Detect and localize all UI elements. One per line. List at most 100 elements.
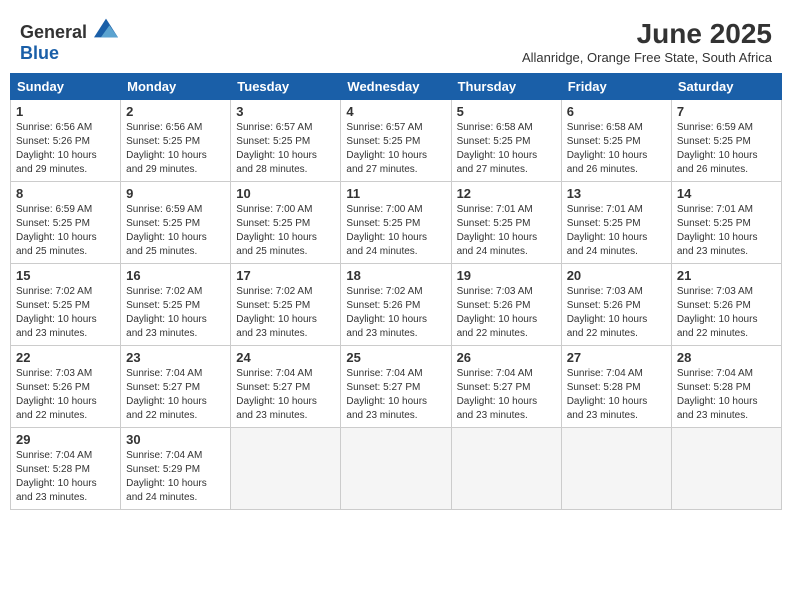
day-number: 16 [126,268,225,283]
calendar-body: 1 Sunrise: 6:56 AMSunset: 5:26 PMDaylight… [11,100,782,510]
day-number: 18 [346,268,445,283]
calendar-day-cell: 7 Sunrise: 6:59 AMSunset: 5:25 PMDaylight… [671,100,781,182]
calendar: Sunday Monday Tuesday Wednesday Thursday… [10,73,782,510]
calendar-day-cell: 1 Sunrise: 6:56 AMSunset: 5:26 PMDaylight… [11,100,121,182]
calendar-day-cell [231,428,341,510]
calendar-day-cell: 17Sunrise: 7:02 AMSunset: 5:25 PMDayligh… [231,264,341,346]
calendar-day-cell: 22Sunrise: 7:03 AMSunset: 5:26 PMDayligh… [11,346,121,428]
calendar-day-cell: 6 Sunrise: 6:58 AMSunset: 5:25 PMDaylight… [561,100,671,182]
day-number: 10 [236,186,335,201]
day-number: 11 [346,186,445,201]
header: General Blue June 2025 Allanridge, Orang… [10,10,782,69]
day-info: Sunrise: 7:02 AMSunset: 5:26 PMDaylight:… [346,285,445,341]
weekday-header-row: Sunday Monday Tuesday Wednesday Thursday… [11,74,782,100]
calendar-day-cell: 27 Sunrise: 7:04 AMSunset: 5:28 PMDayligh… [561,346,671,428]
day-info: Sunrise: 7:04 AMSunset: 5:27 PMDaylight:… [126,367,225,423]
day-number: 1 [16,104,115,119]
title-area: June 2025 Allanridge, Orange Free State,… [522,18,772,65]
col-friday: Friday [561,74,671,100]
day-info: Sunrise: 7:01 AMSunset: 5:25 PMDaylight:… [677,203,776,259]
calendar-week-row: 15Sunrise: 7:02 AMSunset: 5:25 PMDayligh… [11,264,782,346]
day-number: 12 [457,186,556,201]
logo-general: General [20,22,87,42]
day-number: 14 [677,186,776,201]
logo-icon [94,18,118,38]
subtitle: Allanridge, Orange Free State, South Afr… [522,50,772,65]
day-info: Sunrise: 7:04 AMSunset: 5:28 PMDaylight:… [677,367,776,423]
day-info: Sunrise: 7:01 AMSunset: 5:25 PMDaylight:… [457,203,556,259]
day-info: Sunrise: 6:59 AMSunset: 5:25 PMDaylight:… [126,203,225,259]
calendar-week-row: 22Sunrise: 7:03 AMSunset: 5:26 PMDayligh… [11,346,782,428]
col-saturday: Saturday [671,74,781,100]
calendar-day-cell: 13 Sunrise: 7:01 AMSunset: 5:25 PMDayligh… [561,182,671,264]
calendar-day-cell [341,428,451,510]
day-info: Sunrise: 6:59 AMSunset: 5:25 PMDaylight:… [677,121,776,177]
calendar-day-cell: 19 Sunrise: 7:03 AMSunset: 5:26 PMDayligh… [451,264,561,346]
calendar-day-cell: 5Sunrise: 6:58 AMSunset: 5:25 PMDaylight… [451,100,561,182]
day-info: Sunrise: 6:58 AMSunset: 5:25 PMDaylight:… [567,121,666,177]
day-number: 27 [567,350,666,365]
day-info: Sunrise: 7:00 AMSunset: 5:25 PMDaylight:… [346,203,445,259]
calendar-day-cell: 4 Sunrise: 6:57 AMSunset: 5:25 PMDaylight… [341,100,451,182]
calendar-week-row: 1 Sunrise: 6:56 AMSunset: 5:26 PMDaylight… [11,100,782,182]
calendar-day-cell: 14 Sunrise: 7:01 AMSunset: 5:25 PMDayligh… [671,182,781,264]
logo: General Blue [20,18,118,64]
calendar-day-cell: 29 Sunrise: 7:04 AMSunset: 5:28 PMDayligh… [11,428,121,510]
calendar-day-cell: 3Sunrise: 6:57 AMSunset: 5:25 PMDaylight… [231,100,341,182]
calendar-day-cell: 20Sunrise: 7:03 AMSunset: 5:26 PMDayligh… [561,264,671,346]
calendar-day-cell [671,428,781,510]
day-info: Sunrise: 6:56 AMSunset: 5:26 PMDaylight:… [16,121,115,177]
calendar-week-row: 8 Sunrise: 6:59 AMSunset: 5:25 PMDaylight… [11,182,782,264]
day-number: 24 [236,350,335,365]
day-info: Sunrise: 7:02 AMSunset: 5:25 PMDaylight:… [126,285,225,341]
day-info: Sunrise: 6:57 AMSunset: 5:25 PMDaylight:… [236,121,335,177]
day-info: Sunrise: 7:04 AMSunset: 5:27 PMDaylight:… [457,367,556,423]
day-info: Sunrise: 7:04 AMSunset: 5:27 PMDaylight:… [346,367,445,423]
day-info: Sunrise: 7:04 AMSunset: 5:28 PMDaylight:… [16,449,115,505]
day-number: 7 [677,104,776,119]
calendar-day-cell: 21Sunrise: 7:03 AMSunset: 5:26 PMDayligh… [671,264,781,346]
logo-blue: Blue [20,43,59,63]
day-number: 4 [346,104,445,119]
calendar-day-cell: 18 Sunrise: 7:02 AMSunset: 5:26 PMDayligh… [341,264,451,346]
day-info: Sunrise: 7:02 AMSunset: 5:25 PMDaylight:… [16,285,115,341]
calendar-day-cell: 28 Sunrise: 7:04 AMSunset: 5:28 PMDayligh… [671,346,781,428]
day-number: 19 [457,268,556,283]
day-info: Sunrise: 7:03 AMSunset: 5:26 PMDaylight:… [457,285,556,341]
calendar-day-cell: 23 Sunrise: 7:04 AMSunset: 5:27 PMDayligh… [121,346,231,428]
day-number: 13 [567,186,666,201]
day-number: 28 [677,350,776,365]
calendar-day-cell: 26 Sunrise: 7:04 AMSunset: 5:27 PMDayligh… [451,346,561,428]
col-monday: Monday [121,74,231,100]
calendar-day-cell [561,428,671,510]
calendar-day-cell: 11 Sunrise: 7:00 AMSunset: 5:25 PMDayligh… [341,182,451,264]
day-info: Sunrise: 6:57 AMSunset: 5:25 PMDaylight:… [346,121,445,177]
col-wednesday: Wednesday [341,74,451,100]
calendar-day-cell: 10 Sunrise: 7:00 AMSunset: 5:25 PMDayligh… [231,182,341,264]
day-number: 30 [126,432,225,447]
day-number: 29 [16,432,115,447]
calendar-day-cell: 9 Sunrise: 6:59 AMSunset: 5:25 PMDaylight… [121,182,231,264]
day-info: Sunrise: 7:03 AMSunset: 5:26 PMDaylight:… [567,285,666,341]
day-info: Sunrise: 7:04 AMSunset: 5:29 PMDaylight:… [126,449,225,505]
day-info: Sunrise: 7:03 AMSunset: 5:26 PMDaylight:… [677,285,776,341]
day-number: 5 [457,104,556,119]
calendar-day-cell: 12 Sunrise: 7:01 AMSunset: 5:25 PMDayligh… [451,182,561,264]
day-number: 26 [457,350,556,365]
calendar-day-cell: 2Sunrise: 6:56 AMSunset: 5:25 PMDaylight… [121,100,231,182]
day-number: 8 [16,186,115,201]
day-info: Sunrise: 7:00 AMSunset: 5:25 PMDaylight:… [236,203,335,259]
day-number: 2 [126,104,225,119]
day-number: 22 [16,350,115,365]
calendar-day-cell: 25Sunrise: 7:04 AMSunset: 5:27 PMDayligh… [341,346,451,428]
day-number: 17 [236,268,335,283]
day-info: Sunrise: 7:01 AMSunset: 5:25 PMDaylight:… [567,203,666,259]
day-number: 9 [126,186,225,201]
calendar-day-cell: 8Sunrise: 6:59 AMSunset: 5:25 PMDaylight… [11,182,121,264]
logo-text: General Blue [20,18,118,64]
day-number: 6 [567,104,666,119]
day-info: Sunrise: 7:04 AMSunset: 5:28 PMDaylight:… [567,367,666,423]
calendar-day-cell [451,428,561,510]
day-number: 23 [126,350,225,365]
day-info: Sunrise: 7:04 AMSunset: 5:27 PMDaylight:… [236,367,335,423]
